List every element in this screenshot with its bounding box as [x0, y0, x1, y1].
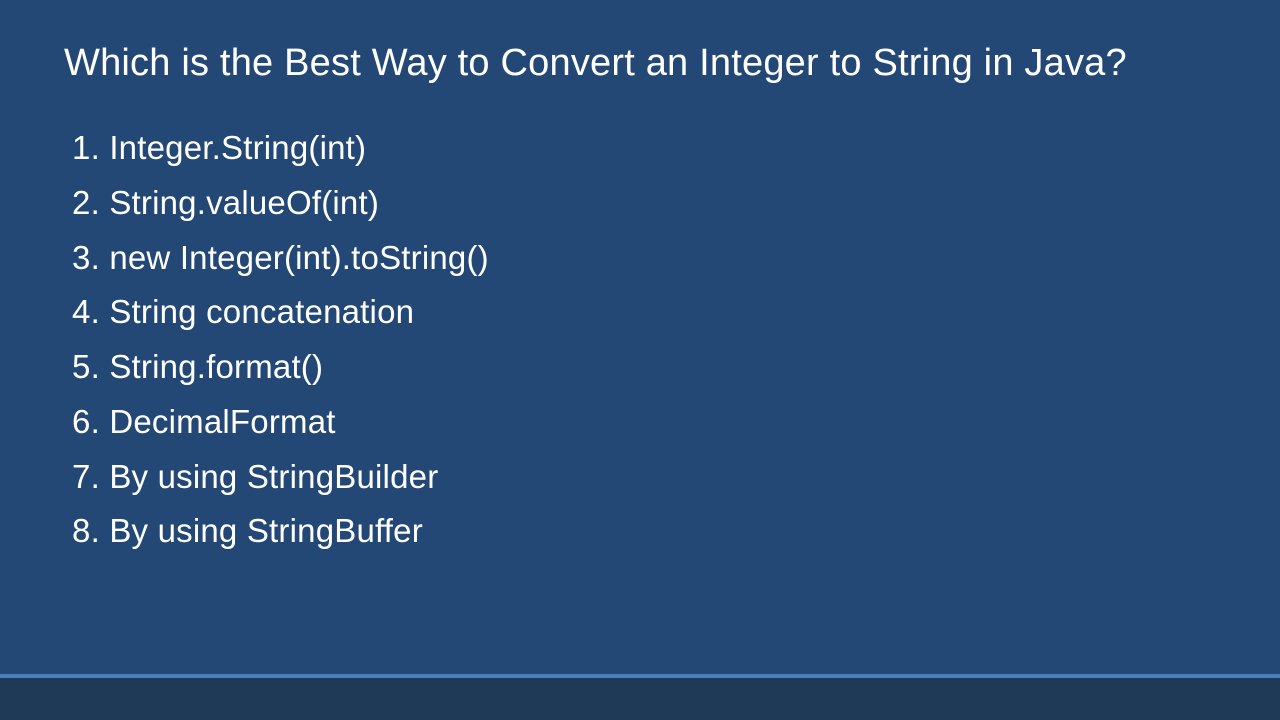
list-item: new Integer(int).toString() [72, 231, 1216, 286]
list-item: String.valueOf(int) [72, 176, 1216, 231]
slide-list: Integer.String(int) String.valueOf(int) … [64, 121, 1216, 559]
list-item: By using StringBuilder [72, 450, 1216, 505]
list-item: String.format() [72, 340, 1216, 395]
list-item: Integer.String(int) [72, 121, 1216, 176]
slide-title: Which is the Best Way to Convert an Inte… [64, 42, 1216, 85]
list-item: DecimalFormat [72, 395, 1216, 450]
list-item: By using StringBuffer [72, 504, 1216, 559]
footer-band [0, 678, 1280, 720]
list-item: String concatenation [72, 285, 1216, 340]
slide: Which is the Best Way to Convert an Inte… [0, 0, 1280, 720]
